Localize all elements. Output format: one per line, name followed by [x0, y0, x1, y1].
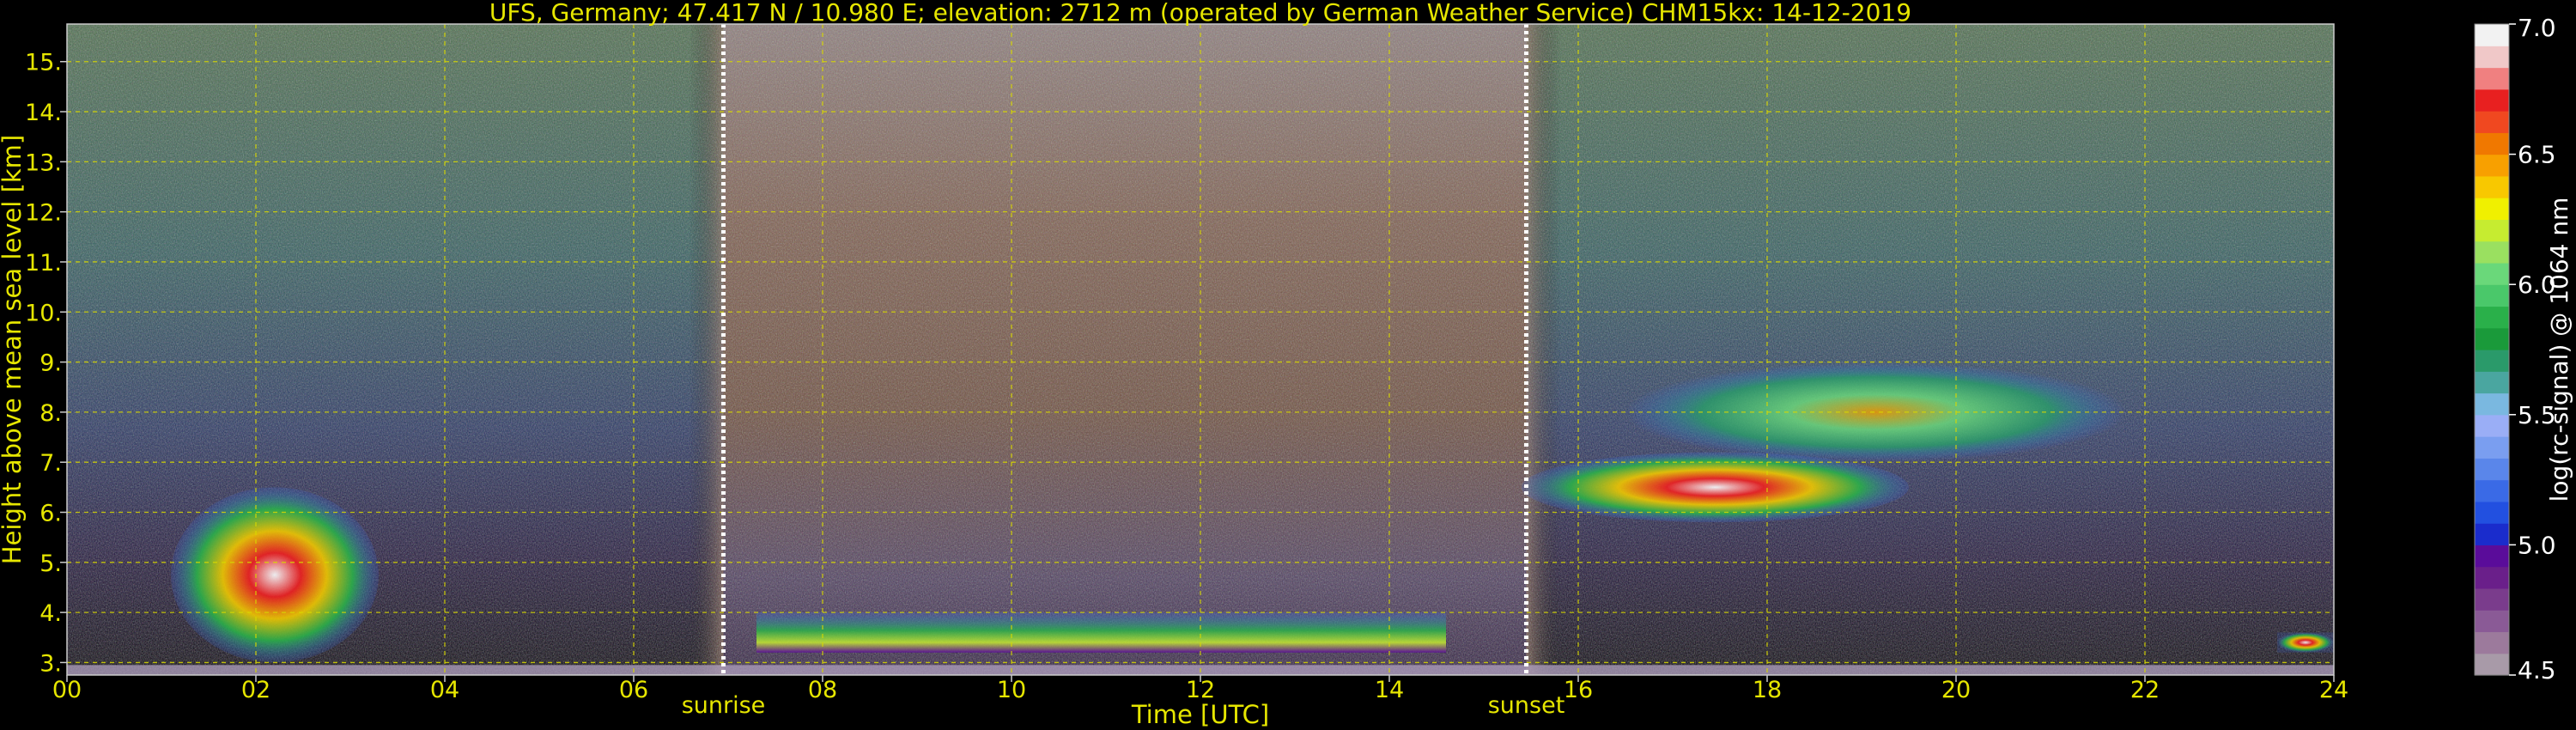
y-axis-label: Height above mean sea level [km]: [0, 135, 27, 564]
x-tick-label: 14: [1375, 677, 1404, 703]
x-tick-label: 20: [1941, 677, 1971, 703]
x-tick-label: 04: [430, 677, 459, 703]
y-tick-label: 5.: [39, 551, 62, 577]
colorbar-swatch: [2475, 371, 2509, 394]
x-tick-label: 06: [619, 677, 648, 703]
x-axis-label: Time [UTC]: [1131, 700, 1269, 729]
feature-4: [2277, 632, 2334, 653]
feature-1: [756, 612, 1446, 653]
colorbar-swatch: [2475, 175, 2509, 198]
colorbar-swatch: [2475, 566, 2509, 589]
colorbar-swatch: [2475, 610, 2509, 633]
colorbar-swatch: [2475, 327, 2509, 350]
annotation-sunrise: sunrise: [682, 692, 766, 719]
chart-title: UFS, Germany; 47.417 N / 10.980 E; eleva…: [489, 0, 1911, 27]
y-tick-label: 6.: [39, 501, 62, 527]
y-tick-label: 4.: [39, 600, 62, 627]
y-tick-label: 15.: [25, 50, 62, 76]
colorbar-label: log(rc-signal) @ 1064 nm: [2545, 198, 2573, 502]
ceilometer-figure: 00 02 04 06 08 10 12 14 16 18 20 22 24 3. 4. 5. 6. 7. 8. 9…: [0, 0, 2576, 730]
colorbar-swatch: [2475, 240, 2509, 264]
x-tick-label: 08: [808, 677, 837, 703]
colorbar-swatch: [2475, 306, 2509, 329]
colorbar-swatch: [2475, 24, 2509, 46]
x-tick-label: 16: [1564, 677, 1593, 703]
colorbar-swatch: [2475, 154, 2509, 177]
colorbar-swatch: [2475, 262, 2509, 285]
colorbar-swatch: [2475, 392, 2509, 416]
colorbar-swatch: [2475, 436, 2509, 459]
colorbar-swatch: [2475, 631, 2509, 654]
colorbar-swatch: [2475, 111, 2509, 133]
feature-0: [171, 487, 379, 663]
ceilometer-chart: 00 02 04 06 08 10 12 14 16 18 20 22 24 3.4.5.6.7.8.9…: [0, 0, 2573, 729]
colorbar-swatch: [2475, 523, 2509, 545]
colorbar-swatch: [2475, 414, 2509, 437]
colorbar-swatch: [2475, 479, 2509, 502]
y-tick-label: 14.: [25, 100, 62, 126]
colorbar-swatch: [2475, 219, 2509, 242]
colorbar-tick-label: 4.5: [2518, 656, 2556, 684]
colorbar-tick-label: 5.0: [2518, 531, 2556, 559]
colorbar-swatch: [2475, 587, 2509, 611]
colorbar-swatch: [2475, 46, 2509, 69]
y-tick-label: 8.: [39, 400, 62, 427]
y-tick-label: 10.: [25, 300, 62, 326]
colorbar-swatch: [2475, 132, 2509, 155]
y-tick-label: 13.: [25, 149, 62, 176]
colorbar: 4.55.05.56.06.57.0: [2474, 14, 2556, 684]
colorbar-swatch: [2475, 501, 2509, 524]
x-tick-label: 02: [241, 677, 270, 703]
y-tick-label: 3.: [39, 650, 62, 677]
x-tick-label: 22: [2130, 677, 2160, 703]
x-tick-label: 18: [1753, 677, 1782, 703]
y-axis-ticks: 3. 4. 5. 6. 7. 8. 9. 10. 11. 12. 13. 14. 15.: [25, 50, 67, 677]
colorbar-swatch: [2475, 653, 2509, 676]
x-tick-label: 10: [997, 677, 1026, 703]
colorbar-swatch: [2475, 198, 2509, 220]
annotation-sunset: sunset: [1488, 692, 1565, 719]
colorbar-swatch: [2475, 284, 2509, 307]
colorbar-tick-label: 7.0: [2518, 14, 2556, 42]
colorbar-swatch: [2475, 350, 2509, 372]
colorbar-swatch: [2475, 67, 2509, 90]
x-tick-label: 00: [52, 677, 82, 703]
colorbar-swatch: [2475, 544, 2509, 568]
x-tick-label: 24: [2319, 677, 2348, 703]
y-tick-label: 7.: [39, 450, 62, 477]
y-tick-label: 11.: [25, 250, 62, 277]
y-tick-label: 9.: [39, 350, 62, 377]
y-tick-label: 12.: [25, 200, 62, 227]
colorbar-swatch: [2475, 458, 2509, 481]
colorbar-tick-label: 6.5: [2518, 141, 2556, 169]
colorbar-swatch: [2475, 88, 2509, 112]
